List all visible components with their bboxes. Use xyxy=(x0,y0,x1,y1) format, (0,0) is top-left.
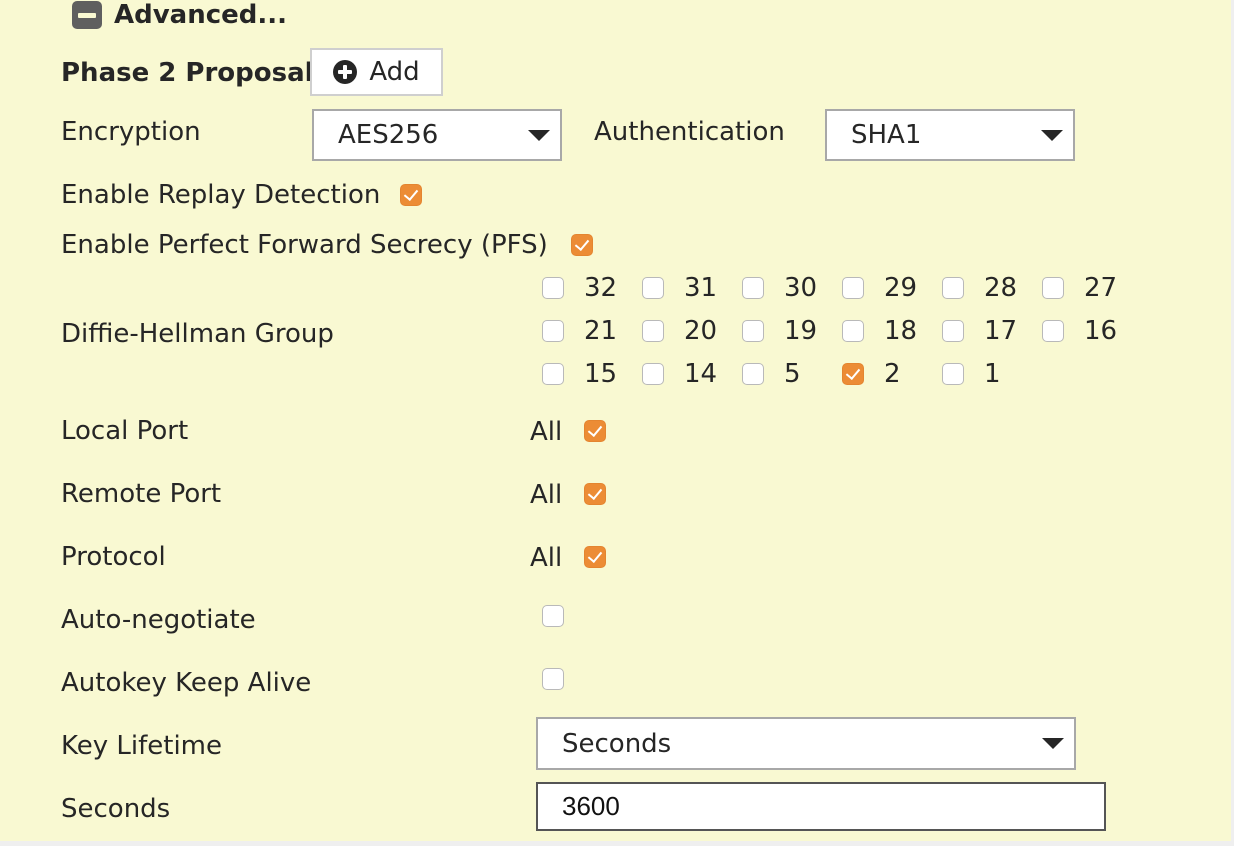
dh-group-option[interactable]: 28 xyxy=(942,272,1017,304)
dh-group-option[interactable]: 14 xyxy=(642,358,717,390)
remote-port-all-checkbox[interactable] xyxy=(584,483,606,505)
dh-group-option[interactable]: 2 xyxy=(842,358,901,390)
dh-group-checkbox[interactable] xyxy=(742,320,764,342)
dh-group-value: 2 xyxy=(884,359,901,389)
seconds-value: 3600 xyxy=(562,791,620,821)
dh-group-option[interactable]: 16 xyxy=(1042,315,1117,347)
dh-group-checkbox[interactable] xyxy=(842,277,864,299)
dh-group-checkbox[interactable] xyxy=(842,363,864,385)
auto-negotiate-checkbox[interactable] xyxy=(542,605,564,627)
advanced-section-title[interactable]: Advanced... xyxy=(114,0,287,31)
dh-group-checkbox[interactable] xyxy=(542,320,564,342)
seconds-input[interactable]: 3600 xyxy=(536,782,1106,831)
dh-group-checkbox[interactable] xyxy=(942,320,964,342)
replay-detection-checkbox[interactable] xyxy=(400,184,422,206)
key-lifetime-select[interactable]: Seconds xyxy=(536,717,1076,770)
dh-group-option[interactable]: 21 xyxy=(542,315,617,347)
pfs-label: Enable Perfect Forward Secrecy (PFS) xyxy=(61,230,548,260)
encryption-label: Encryption xyxy=(61,117,201,147)
chevron-down-icon xyxy=(1041,129,1063,141)
dh-group-checkbox[interactable] xyxy=(742,277,764,299)
key-lifetime-value: Seconds xyxy=(562,728,672,759)
authentication-label: Authentication xyxy=(594,117,785,147)
protocol-all-checkbox[interactable] xyxy=(584,546,606,568)
local-port-label: Local Port xyxy=(61,416,189,446)
dh-group-value: 20 xyxy=(684,316,718,346)
authentication-select[interactable]: SHA1 xyxy=(825,109,1075,161)
dh-group-value: 18 xyxy=(884,316,918,346)
dh-group-option[interactable]: 18 xyxy=(842,315,917,347)
dh-group-value: 16 xyxy=(1084,316,1118,346)
dh-group-value: 30 xyxy=(784,273,818,303)
dh-group-value: 19 xyxy=(784,316,818,346)
dh-group-value: 17 xyxy=(984,316,1018,346)
dh-group-option[interactable]: 29 xyxy=(842,272,917,304)
authentication-value: SHA1 xyxy=(851,120,922,150)
dh-group-checkbox[interactable] xyxy=(742,363,764,385)
encryption-select[interactable]: AES256 xyxy=(312,109,562,161)
auto-negotiate-label: Auto-negotiate xyxy=(61,605,256,635)
autokey-keep-alive-checkbox[interactable] xyxy=(542,668,564,690)
dh-group-value: 21 xyxy=(584,316,618,346)
dh-group-option[interactable]: 32 xyxy=(542,272,617,304)
protocol-all-label: All xyxy=(530,543,563,573)
dh-group-checkbox[interactable] xyxy=(542,363,564,385)
dh-group-option[interactable]: 27 xyxy=(1042,272,1117,304)
dh-group-checkbox[interactable] xyxy=(642,277,664,299)
encryption-value: AES256 xyxy=(338,120,439,150)
dh-group-value: 27 xyxy=(1084,273,1118,303)
plus-circle-icon xyxy=(333,60,358,84)
dh-group-checkbox[interactable] xyxy=(942,363,964,385)
chevron-down-icon xyxy=(1042,738,1064,749)
replay-detection-label: Enable Replay Detection xyxy=(61,180,381,210)
chevron-down-icon xyxy=(528,129,550,141)
dh-group-value: 14 xyxy=(684,359,718,389)
local-port-all-checkbox[interactable] xyxy=(584,420,606,442)
minus-square-icon[interactable] xyxy=(72,1,102,29)
dh-group-value: 28 xyxy=(984,273,1018,303)
add-button-label: Add xyxy=(369,57,420,87)
advanced-panel: Advanced... Phase 2 Proposal Add Encrypt… xyxy=(0,0,1231,841)
dh-group-label: Diffie-Hellman Group xyxy=(61,319,334,349)
protocol-label: Protocol xyxy=(61,542,166,572)
key-lifetime-label: Key Lifetime xyxy=(61,731,223,761)
dh-group-option[interactable]: 30 xyxy=(742,272,817,304)
seconds-label: Seconds xyxy=(61,794,171,824)
pfs-checkbox[interactable] xyxy=(571,234,593,256)
phase2-proposal-label: Phase 2 Proposal xyxy=(61,58,314,88)
dh-group-checkbox[interactable] xyxy=(942,277,964,299)
dh-group-value: 32 xyxy=(584,273,618,303)
dh-group-checkbox[interactable] xyxy=(542,277,564,299)
dh-group-option[interactable]: 17 xyxy=(942,315,1017,347)
dh-group-checkbox[interactable] xyxy=(842,320,864,342)
dh-group-option[interactable]: 20 xyxy=(642,315,717,347)
dh-group-option[interactable]: 1 xyxy=(942,358,1001,390)
dh-group-option[interactable]: 19 xyxy=(742,315,817,347)
dh-group-checkbox[interactable] xyxy=(1042,277,1064,299)
dh-group-checkbox[interactable] xyxy=(642,363,664,385)
remote-port-all-label: All xyxy=(530,480,563,510)
dh-group-option[interactable]: 15 xyxy=(542,358,617,390)
dh-group-checkbox[interactable] xyxy=(642,320,664,342)
autokey-keep-alive-label: Autokey Keep Alive xyxy=(61,668,312,698)
dh-group-value: 5 xyxy=(784,359,801,389)
local-port-all-label: All xyxy=(530,417,563,447)
dh-group-value: 1 xyxy=(984,359,1001,389)
dh-group-value: 29 xyxy=(884,273,918,303)
dh-group-option[interactable]: 5 xyxy=(742,358,801,390)
add-proposal-button[interactable]: Add xyxy=(310,48,443,96)
remote-port-label: Remote Port xyxy=(61,479,222,509)
dh-group-checkbox[interactable] xyxy=(1042,320,1064,342)
dh-group-option[interactable]: 31 xyxy=(642,272,717,304)
dh-group-value: 15 xyxy=(584,359,618,389)
dh-group-value: 31 xyxy=(684,273,718,303)
